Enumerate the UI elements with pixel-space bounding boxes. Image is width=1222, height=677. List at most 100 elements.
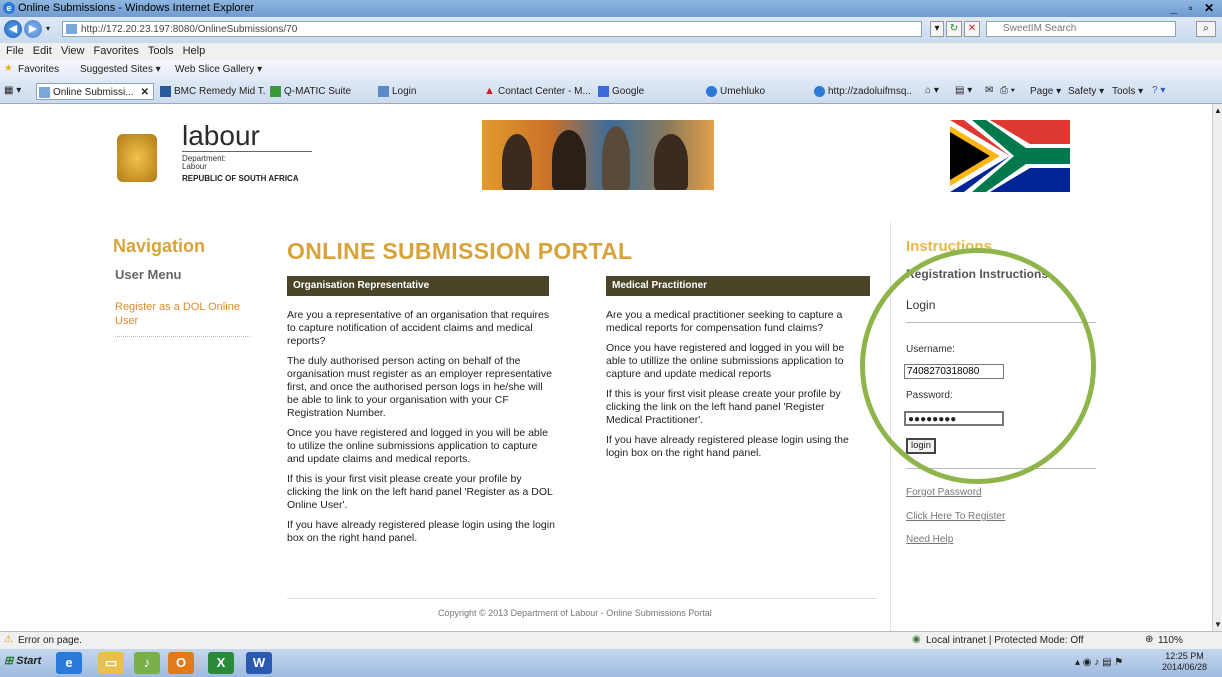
logo-divider (182, 151, 312, 152)
explorer-taskbar-icon[interactable]: ▭ (98, 652, 124, 674)
windows-logo-icon: ⊞ (4, 655, 14, 667)
search-input[interactable]: SweetIM Search (986, 21, 1176, 37)
quick-tabs-icon[interactable]: ▦ ▾ (4, 85, 21, 96)
clock-time: 12:25 PM (1165, 651, 1204, 661)
window-title: Online Submissions - Windows Internet Ex… (18, 2, 254, 14)
zoom-level[interactable]: 110% (1158, 635, 1183, 646)
google-icon (598, 86, 609, 97)
org-para-4: If this is your first visit please creat… (287, 473, 553, 511)
highlight-circle (860, 248, 1096, 484)
register-dol-user-link[interactable]: Register as a DOL Online User (115, 300, 255, 328)
tab-google[interactable]: Google (596, 83, 696, 100)
logo-department: Department: Labour (182, 154, 227, 171)
favorite-suggested-sites[interactable]: Suggested Sites ▾ (80, 64, 161, 75)
feeds-icon[interactable]: ▤ ▾ (955, 85, 972, 96)
menu-bar: File Edit View Favorites Tools Help (0, 43, 1222, 60)
mail-icon[interactable]: ✉ (985, 85, 993, 96)
close-tab-icon[interactable]: ✕ (141, 84, 149, 99)
excel-taskbar-icon[interactable]: X (208, 652, 234, 674)
page-menu[interactable]: Page ▾ (1030, 86, 1061, 97)
stop-icon[interactable]: ✕ (964, 21, 980, 37)
word-taskbar-icon[interactable]: W (246, 652, 272, 674)
tab-bar: ▦ ▾ Online Submissi... ✕ BMC Remedy Mid … (0, 80, 1222, 104)
taskbar: ⊞ Start e ▭ ♪ O X W ▴ ◉ ♪ ▤ ⚑ 12:25 PM 2… (0, 649, 1222, 677)
menu-tools[interactable]: Tools (148, 45, 174, 57)
copyright-text: Copyright © 2013 Department of Labour - … (438, 608, 712, 618)
tab-zadoluifmsq[interactable]: http://zadoluifmsq... (812, 83, 912, 100)
tray-icons[interactable]: ▴ ◉ ♪ ▤ ⚑ (1075, 657, 1123, 668)
header-banner-image (482, 120, 714, 190)
intranet-icon: ◉ (912, 634, 921, 645)
ie-taskbar-icon[interactable]: e (56, 652, 82, 674)
menu-favorites[interactable]: Favorites (94, 45, 139, 57)
page-title: ONLINE SUBMISSION PORTAL (287, 238, 633, 264)
medical-practitioner-heading: Medical Practitioner (606, 276, 870, 296)
forgot-password-link[interactable]: Forgot Password (906, 487, 982, 498)
tab-login[interactable]: Login (376, 83, 476, 100)
clock-date: 2014/06/28 (1162, 662, 1208, 672)
footer-divider (287, 598, 877, 599)
tab-qmatic[interactable]: Q-MATIC Suite (268, 83, 368, 100)
ie-page-icon (814, 86, 825, 97)
window-controls[interactable]: _ ▫ ✕ (1170, 1, 1218, 15)
menu-file[interactable]: File (6, 45, 24, 57)
favorites-button[interactable]: Favorites (18, 64, 59, 75)
zoom-icon: ⊕ (1145, 634, 1154, 645)
menu-help[interactable]: Help (183, 45, 206, 57)
med-para-2: Once you have registered and logged in y… (606, 342, 845, 380)
media-taskbar-icon[interactable]: ♪ (134, 652, 160, 674)
tab-umehluko[interactable]: Umehluko (704, 83, 804, 100)
menu-edit[interactable]: Edit (33, 45, 52, 57)
menu-view[interactable]: View (61, 45, 85, 57)
address-bar-row: ◀ ▶ ▾ http://172.20.23.197:8080/OnlineSu… (0, 17, 1222, 43)
vertical-scrollbar[interactable]: ▲ ▼ (1212, 104, 1222, 631)
ie-page-icon (706, 86, 717, 97)
coat-of-arms-icon (117, 134, 157, 182)
address-dropdown-button[interactable]: ▾ (930, 21, 944, 37)
register-link[interactable]: Click Here To Register (906, 511, 1005, 522)
tab-contact-center[interactable]: ▲ Contact Center - M... (482, 83, 592, 100)
help-icon[interactable]: ? ▾ (1152, 85, 1165, 96)
page-icon (39, 87, 50, 98)
org-para-2: The duly authorised person acting on beh… (287, 355, 552, 419)
ie-icon: e (3, 2, 15, 14)
med-para-3: If this is your first visit please creat… (606, 388, 841, 426)
print-icon[interactable]: ⎙ ▾ (1000, 85, 1015, 96)
address-input[interactable]: http://172.20.23.197:8080/OnlineSubmissi… (62, 21, 922, 37)
outlook-taskbar-icon[interactable]: O (168, 652, 194, 674)
status-bar: ⚠ Error on page. ◉ Local intranet | Prot… (0, 631, 1222, 650)
need-help-link[interactable]: Need Help (906, 534, 953, 545)
favorite-web-slice-gallery[interactable]: Web Slice Gallery ▾ (175, 64, 262, 75)
nav-divider (115, 336, 250, 337)
org-para-3: Once you have registered and logged in y… (287, 427, 548, 465)
page-icon (66, 24, 77, 34)
back-button[interactable]: ◀ (4, 20, 22, 38)
scroll-down-icon[interactable]: ▼ (1214, 620, 1222, 629)
med-para-1: Are you a medical practitioner seeking t… (606, 309, 843, 334)
security-zone[interactable]: Local intranet | Protected Mode: Off (926, 635, 1084, 646)
tab-bmc-remedy[interactable]: BMC Remedy Mid T... (158, 83, 266, 100)
org-rep-column: Organisation Representative Are you a re… (287, 276, 555, 552)
bmc-icon (160, 86, 171, 97)
navigation-heading: Navigation (113, 236, 206, 256)
tools-menu[interactable]: Tools ▾ (1112, 86, 1143, 97)
org-rep-heading: Organisation Representative (287, 276, 549, 296)
refresh-icon[interactable]: ↻ (946, 21, 962, 37)
favorites-star-icon: ★ (4, 63, 13, 74)
recent-pages-icon[interactable]: ▾ (46, 24, 50, 33)
tab-online-submissions[interactable]: Online Submissi... ✕ (36, 83, 154, 100)
favorites-bar: ★ Favorites Suggested Sites ▾ Web Slice … (0, 60, 1222, 80)
window-title-bar: e Online Submissions - Windows Internet … (0, 0, 1222, 17)
warning-icon[interactable]: ⚠ (4, 634, 13, 645)
logo-labour: labour (182, 120, 260, 151)
home-icon[interactable]: ⌂ ▾ (925, 85, 939, 96)
status-text[interactable]: Error on page. (18, 635, 82, 646)
clock[interactable]: 12:25 PM 2014/06/28 (1162, 651, 1207, 673)
safety-menu[interactable]: Safety ▾ (1068, 86, 1104, 97)
search-icon[interactable]: ⌕ (1196, 21, 1216, 37)
start-button[interactable]: ⊞ Start (4, 654, 41, 667)
forward-button[interactable]: ▶ (24, 20, 42, 38)
qmatic-icon (270, 86, 281, 97)
scroll-up-icon[interactable]: ▲ (1214, 106, 1222, 115)
page-viewport: labour Department: Labour REPUBLIC OF SOU… (0, 104, 1212, 631)
